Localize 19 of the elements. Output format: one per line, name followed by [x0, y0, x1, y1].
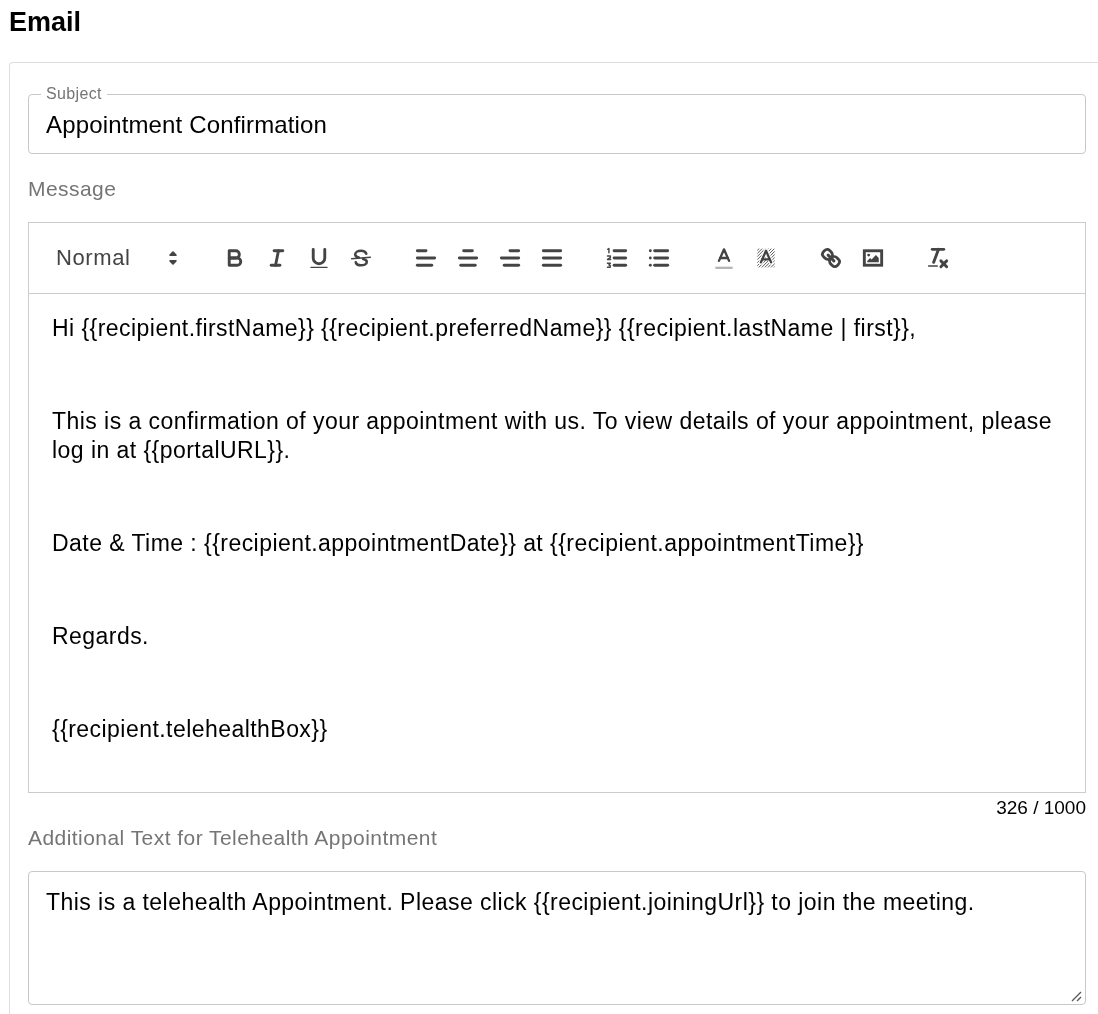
- resize-handle-icon[interactable]: [1070, 990, 1082, 1002]
- message-paragraph: {{recipient.telehealthBox}}: [52, 715, 329, 744]
- subject-field[interactable]: Subject Appointment Confirmation: [28, 85, 1086, 154]
- message-label: Message: [28, 177, 117, 201]
- subject-label: Subject: [45, 85, 103, 103]
- message-paragraph: Regards.: [52, 622, 150, 651]
- character-counter: 326 / 1000: [996, 798, 1086, 818]
- numbered-list-icon: [604, 245, 630, 271]
- clear-format-icon: [925, 245, 951, 271]
- message-editor[interactable]: [28, 294, 1086, 793]
- heading-select[interactable]: Normal: [44, 241, 191, 275]
- chain-link-icon: [818, 245, 844, 271]
- telehealth-label: Additional Text for Telehealth Appointment: [28, 826, 438, 850]
- message-paragraph: Hi {{recipient.firstName}} {{recipient.preferredName}} {{recipient.lastName | first}},: [52, 314, 918, 343]
- message-paragraph: This is a confirmation of your appointment with us. To view details of your appointment, please log in at {{portalURL}}.: [52, 407, 1053, 465]
- page-title: Email: [9, 7, 82, 37]
- telehealth-text-field[interactable]: This is a telehealth Appointment. Please click {{recipient.joiningUrl}} to join the meeting.: [28, 871, 1086, 1005]
- subject-input[interactable]: Appointment Confirmation: [46, 110, 1068, 140]
- message-paragraph: Date & Time : {{recipient.appointmentDate}} at {{recipient.appointmentTime}}: [52, 529, 865, 558]
